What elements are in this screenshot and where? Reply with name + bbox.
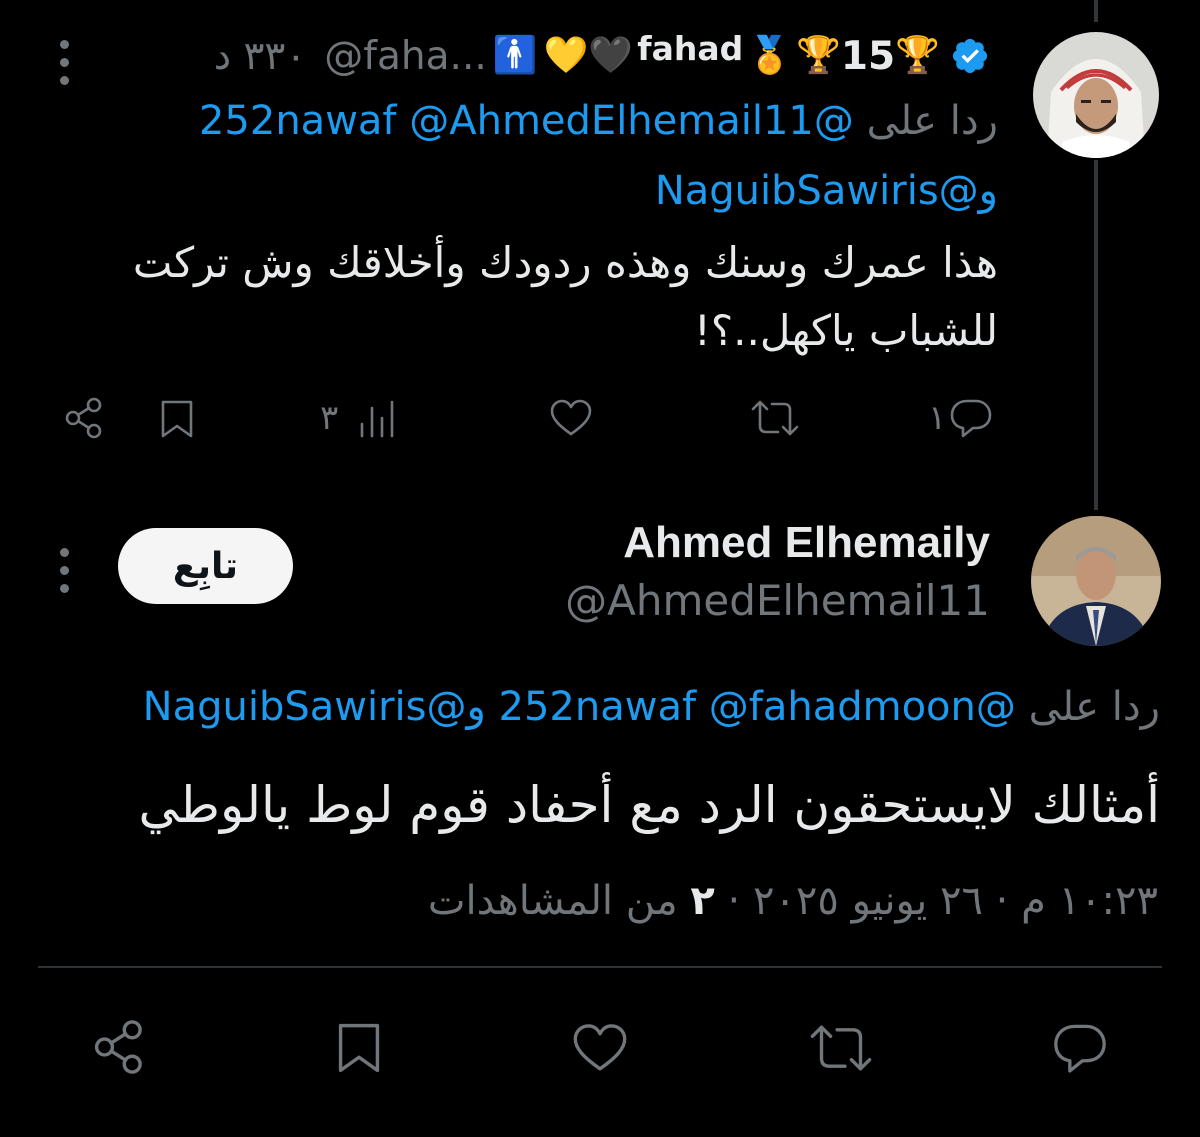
- like-icon[interactable]: [570, 1022, 630, 1074]
- tweet2-views-count: ٢: [690, 878, 715, 924]
- black-heart-icon: 🖤: [588, 35, 634, 76]
- avatar-fahad[interactable]: [1033, 32, 1159, 158]
- reply-to-label: ردا على: [1028, 684, 1160, 730]
- badge-count: 15: [840, 33, 896, 79]
- tweet1-reply-to-line2: و@NaguibSawiris: [655, 168, 998, 214]
- tweet1-text-line1: هذا عمرك وسنك وهذه ردودك وأخلاقك وش تركت: [132, 238, 998, 287]
- mention-link[interactable]: @NaguibSawiris: [655, 168, 979, 214]
- meta-separator: ·: [727, 878, 741, 924]
- tweet2-more-icon[interactable]: [60, 548, 72, 593]
- tweet1-handle[interactable]: @faha...: [324, 34, 486, 79]
- tweet2-handle[interactable]: @AhmedElhemail11: [565, 576, 990, 625]
- reply-icon[interactable]: [948, 396, 994, 440]
- mention-link[interactable]: @AhmedElhemail11: [409, 98, 814, 144]
- person-icon: 🚹: [492, 35, 538, 76]
- mention-conj: و: [466, 684, 486, 730]
- tweet1-time[interactable]: ٣٣٠ د: [214, 34, 307, 79]
- meta-separator: ·: [995, 878, 1009, 924]
- yellow-heart-icon: 💛: [543, 35, 589, 76]
- follow-button[interactable]: تابِع: [118, 528, 293, 604]
- reply-icon[interactable]: [1050, 1020, 1110, 1076]
- retweet-icon[interactable]: [750, 398, 800, 438]
- tweet1-display-name[interactable]: fahad: [637, 29, 743, 68]
- tweet1-views-count: ٣: [320, 398, 339, 438]
- mention-conj: و: [978, 168, 998, 214]
- tweet2-time[interactable]: ١٠:٢٣ م: [1021, 878, 1158, 924]
- share-icon[interactable]: [62, 396, 106, 440]
- reply-to-label: ردا على: [866, 98, 998, 144]
- divider: [38, 966, 1162, 968]
- share-icon[interactable]: [90, 1018, 148, 1076]
- trophy-icon: 🏆: [895, 35, 940, 76]
- trophy-icon: 🏆: [796, 35, 841, 76]
- tweet2-reply-to: ردا على @252nawaf @fahadmoon و@NaguibSaw…: [143, 684, 1160, 730]
- avatar-ahmed[interactable]: [1031, 516, 1161, 646]
- tweet2-text: أمثالك لايستحقون الرد مع أحفاد قوم لوط ي…: [138, 776, 1160, 834]
- tweet1-reply-count: ١: [928, 398, 947, 438]
- like-icon[interactable]: [548, 398, 594, 438]
- views-icon[interactable]: [356, 400, 400, 438]
- tweet2-views-label[interactable]: من المشاهدات: [428, 878, 678, 924]
- bookmark-icon[interactable]: [158, 398, 196, 440]
- tweet1-text-line2: للشباب ياكهل..؟!: [693, 306, 998, 355]
- thread-line: [1094, 160, 1098, 510]
- tweet2-date[interactable]: ٢٦ يونيو ٢٠٢٥: [753, 878, 983, 924]
- bookmark-icon[interactable]: [334, 1020, 384, 1076]
- tweet1-reply-to: ردا على @252nawaf @AhmedElhemail11: [199, 98, 998, 144]
- medal-icon: 🏅: [747, 35, 793, 76]
- tweet2-display-name[interactable]: Ahmed Elhemaily: [623, 518, 990, 568]
- mention-link[interactable]: @NaguibSawiris: [143, 684, 467, 730]
- verified-icon: [952, 38, 988, 74]
- thread-line-top: [1094, 0, 1098, 22]
- retweet-icon[interactable]: [808, 1022, 874, 1074]
- tweet1-more-icon[interactable]: [60, 40, 72, 85]
- tweet1-header: ٣٣٠ د @faha... 🚹 💛 🖤 fahad 🏅 🏆 15 🏆: [214, 28, 990, 84]
- mention-link[interactable]: @fahadmoon: [709, 684, 976, 730]
- tweet2-meta: ١٠:٢٣ م · ٢٦ يونيو ٢٠٢٥ · ٢ من المشاهدات: [428, 878, 1158, 924]
